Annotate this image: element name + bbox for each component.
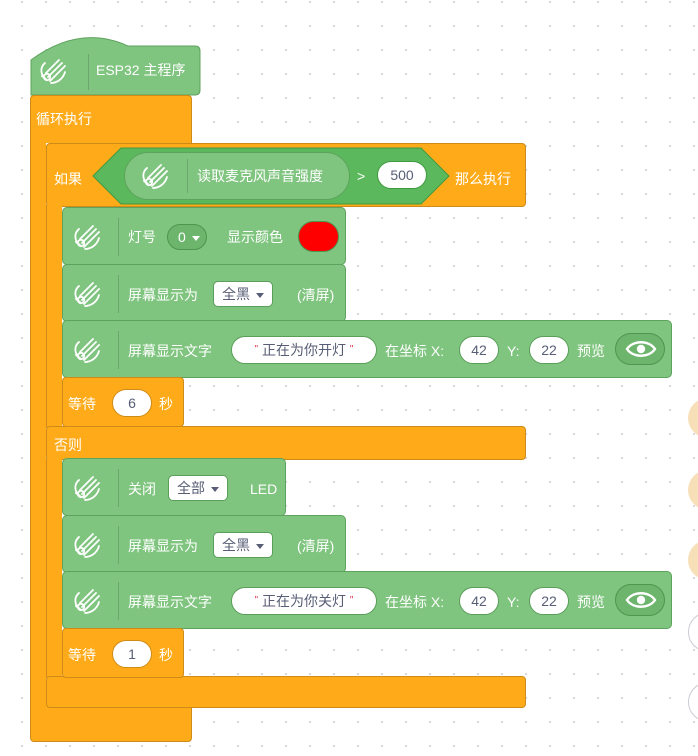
mic-reporter-label: 读取麦克风声音强度 bbox=[197, 168, 323, 184]
preview-label: 预览 bbox=[577, 594, 605, 610]
led-target-dropdown[interactable]: 全部 bbox=[168, 475, 228, 501]
side-button-5[interactable] bbox=[688, 682, 698, 722]
wait-seconds-input[interactable]: 6 bbox=[112, 389, 152, 417]
coord-x-input[interactable]: 42 bbox=[459, 587, 499, 615]
separator bbox=[187, 159, 188, 193]
if-block-arm-1 bbox=[46, 205, 62, 428]
separator bbox=[118, 218, 119, 256]
esp32-wave-icon bbox=[37, 57, 67, 85]
separator bbox=[118, 526, 119, 564]
screen-fill-dropdown[interactable]: 全黑 bbox=[213, 281, 273, 307]
eye-icon bbox=[625, 592, 657, 608]
preview-toggle[interactable] bbox=[615, 584, 665, 616]
screen-clear-block[interactable]: 屏幕显示为 全黑 (清屏) bbox=[62, 515, 346, 573]
side-button-4[interactable] bbox=[688, 612, 698, 652]
wait-unit-label: 秒 bbox=[159, 396, 173, 412]
chevron-down-icon bbox=[256, 292, 264, 298]
light-number-dropdown[interactable]: 0 bbox=[167, 224, 207, 250]
screen-text-label: 屏幕显示文字 bbox=[128, 594, 212, 610]
led-off-label: 关闭 bbox=[128, 481, 156, 497]
eye-icon bbox=[625, 341, 657, 357]
esp32-wave-icon bbox=[71, 587, 101, 615]
screen-text-label: 屏幕显示文字 bbox=[128, 343, 212, 359]
if-block-bottom bbox=[46, 676, 526, 708]
led-off-block[interactable]: 关闭 全部 LED bbox=[62, 458, 286, 516]
screen-fill-value: 全黑 bbox=[222, 286, 250, 302]
screen-display-label: 屏幕显示为 bbox=[128, 538, 198, 554]
separator bbox=[118, 469, 119, 507]
side-button-1[interactable] bbox=[688, 398, 698, 438]
screen-display-label: 屏幕显示为 bbox=[128, 287, 198, 303]
led-target-value: 全部 bbox=[177, 480, 205, 496]
wait-block[interactable]: 等待 6 秒 bbox=[62, 377, 184, 427]
main-hat-label: ESP32 主程序 bbox=[96, 62, 186, 78]
else-label: 否则 bbox=[54, 437, 82, 453]
if-block-arm-2 bbox=[46, 458, 62, 678]
coord-x-input[interactable]: 42 bbox=[459, 336, 499, 364]
preview-toggle[interactable] bbox=[615, 333, 665, 365]
esp32-wave-icon bbox=[71, 531, 101, 559]
quote-icon: " bbox=[349, 344, 354, 355]
wait-seconds-input[interactable]: 1 bbox=[112, 640, 152, 668]
screen-text-value: 正在为你关灯 bbox=[262, 593, 346, 609]
coord-x-label: 在坐标 X: bbox=[385, 343, 445, 359]
loop-label: 循环执行 bbox=[36, 111, 92, 127]
greater-than-operator[interactable]: 读取麦克风声音强度 > 500 bbox=[92, 146, 450, 206]
else-block-bar[interactable] bbox=[46, 426, 526, 460]
side-button-2[interactable] bbox=[688, 470, 698, 510]
side-button-3[interactable] bbox=[688, 540, 698, 580]
coord-y-input[interactable]: 22 bbox=[529, 587, 569, 615]
esp32-wave-icon bbox=[71, 223, 101, 251]
if-label: 如果 bbox=[54, 171, 82, 187]
screen-text-block[interactable]: 屏幕显示文字 " 正在为你开灯 " 在坐标 X: 42 Y: 22 预览 bbox=[62, 320, 672, 378]
screen-text-input[interactable]: " 正在为你关灯 " bbox=[231, 587, 377, 615]
chevron-down-icon bbox=[256, 543, 264, 549]
main-program-hat-block[interactable]: ESP32 主程序 bbox=[30, 30, 201, 96]
chevron-down-icon bbox=[191, 235, 200, 241]
screen-text-value: 正在为你开灯 bbox=[262, 342, 346, 358]
operator-symbol: > bbox=[357, 168, 366, 184]
preview-label: 预览 bbox=[577, 343, 605, 359]
light-color-block[interactable]: 灯号 0 显示颜色 bbox=[62, 207, 346, 265]
screen-fill-value: 全黑 bbox=[222, 537, 250, 553]
threshold-input[interactable]: 500 bbox=[377, 161, 427, 189]
esp32-wave-icon bbox=[71, 280, 101, 308]
screen-fill-dropdown[interactable]: 全黑 bbox=[213, 532, 273, 558]
light-number-value: 0 bbox=[178, 229, 186, 245]
esp32-wave-icon bbox=[139, 162, 169, 190]
chevron-down-icon bbox=[211, 486, 219, 492]
screen-text-block[interactable]: 屏幕显示文字 " 正在为你关灯 " 在坐标 X: 42 Y: 22 预览 bbox=[62, 571, 672, 629]
color-swatch[interactable] bbox=[298, 221, 339, 252]
light-number-label: 灯号 bbox=[128, 229, 156, 245]
screen-text-input[interactable]: " 正在为你开灯 " bbox=[231, 336, 377, 364]
mic-reporter-block[interactable]: 读取麦克风声音强度 bbox=[124, 152, 350, 200]
wait-unit-label: 秒 bbox=[159, 647, 173, 663]
wait-label: 等待 bbox=[68, 647, 96, 663]
wait-label: 等待 bbox=[68, 396, 96, 412]
screen-clear-block[interactable]: 屏幕显示为 全黑 (清屏) bbox=[62, 264, 346, 322]
coord-x-label: 在坐标 X: bbox=[385, 594, 445, 610]
separator bbox=[118, 275, 119, 313]
quote-icon: " bbox=[254, 595, 259, 606]
led-suffix-label: LED bbox=[250, 481, 278, 497]
wait-block[interactable]: 等待 1 秒 bbox=[62, 628, 184, 678]
quote-icon: " bbox=[254, 344, 259, 355]
separator bbox=[88, 54, 89, 90]
esp32-wave-icon bbox=[71, 474, 101, 502]
quote-icon: " bbox=[349, 595, 354, 606]
then-label: 那么执行 bbox=[455, 171, 511, 187]
loop-block-arm bbox=[30, 142, 46, 702]
coord-y-label: Y: bbox=[507, 343, 520, 359]
coord-y-label: Y: bbox=[507, 594, 520, 610]
esp32-wave-icon bbox=[71, 336, 101, 364]
clear-suffix-label: (清屏) bbox=[297, 287, 335, 303]
separator bbox=[118, 331, 119, 369]
coord-y-input[interactable]: 22 bbox=[529, 336, 569, 364]
clear-suffix-label: (清屏) bbox=[297, 538, 335, 554]
separator bbox=[118, 582, 119, 620]
show-color-label: 显示颜色 bbox=[227, 229, 283, 245]
